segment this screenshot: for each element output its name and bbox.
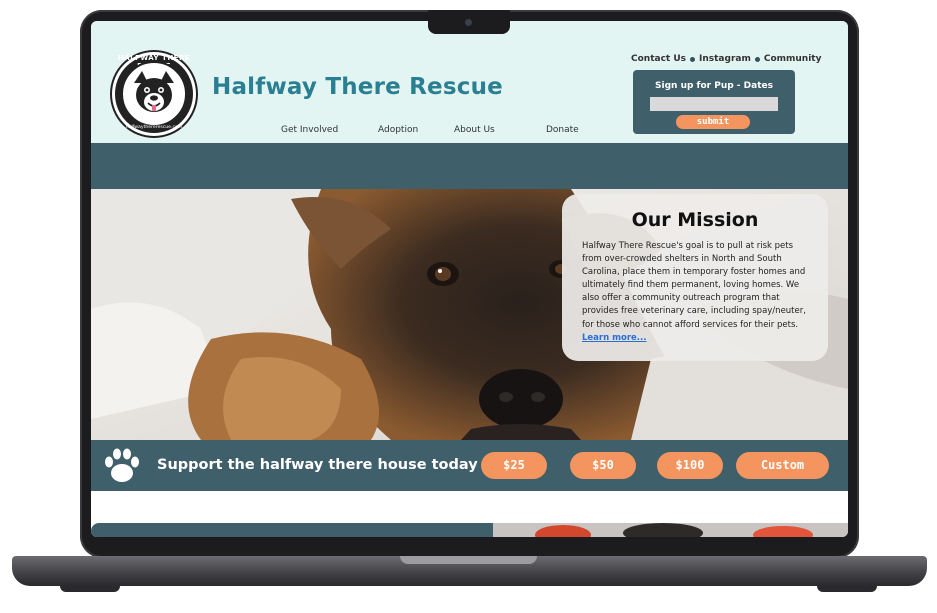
signup-email-input[interactable] (650, 97, 778, 111)
donate-50-button[interactable]: $50 (570, 452, 636, 479)
laptop-foot-right (817, 586, 877, 592)
nav-get-involved[interactable]: Get Involved (281, 125, 338, 135)
content-gap (91, 491, 848, 523)
submit-button[interactable]: submit (676, 115, 750, 129)
camera-icon (465, 19, 472, 26)
signup-box: Sign up for Pup - Dates submit (633, 70, 795, 134)
support-bar: Support the halfway there house today $2… (91, 440, 848, 491)
dog-logo-icon (134, 71, 174, 112)
nav-donate[interactable]: Donate (546, 125, 579, 135)
top-links: Contact Us Instagram Community (631, 54, 821, 64)
mission-title: Our Mission (631, 209, 759, 231)
separator-dot (690, 56, 696, 62)
link-instagram[interactable]: Instagram (699, 54, 751, 64)
nav-adoption[interactable]: Adoption (378, 125, 418, 135)
separator-dot (754, 56, 760, 62)
paw-icon (105, 448, 139, 482)
header-band (91, 143, 848, 189)
signup-title: Sign up for Pup - Dates (655, 81, 773, 91)
site-logo[interactable]: HALFWAY THERE RESCUE halfwaythererescue.… (112, 52, 196, 136)
camera-notch (428, 10, 510, 34)
site-title[interactable]: Halfway There Rescue (212, 74, 503, 100)
hero-section: Our Mission Halfway There Rescue's goal … (91, 189, 848, 440)
nav-about-us[interactable]: About Us (454, 125, 495, 135)
mission-body: Halfway There Rescue's goal is to pull a… (582, 241, 806, 330)
link-community[interactable]: Community (764, 54, 822, 64)
mission-card: Our Mission Halfway There Rescue's goal … (562, 194, 828, 361)
laptop-base-notch (400, 556, 537, 564)
mission-text: Halfway There Rescue's goal is to pull a… (582, 240, 814, 345)
learn-more-link[interactable]: Learn more... (582, 333, 646, 343)
laptop-foot-left (60, 586, 120, 592)
donate-25-button[interactable]: $25 (481, 452, 547, 479)
link-contact-us[interactable]: Contact Us (631, 54, 686, 64)
logo-bottom-text: halfwaythererescue.com (125, 125, 183, 130)
site-header: HALFWAY THERE RESCUE halfwaythererescue.… (91, 21, 848, 143)
next-section-image (493, 523, 848, 537)
next-section-panel (91, 523, 493, 537)
support-text: Support the halfway there house today (157, 457, 478, 473)
next-section-photo (493, 523, 848, 537)
donate-100-button[interactable]: $100 (657, 452, 723, 479)
donate-custom-button[interactable]: Custom (736, 452, 829, 479)
browser-screen: HALFWAY THERE RESCUE halfwaythererescue.… (91, 21, 848, 537)
